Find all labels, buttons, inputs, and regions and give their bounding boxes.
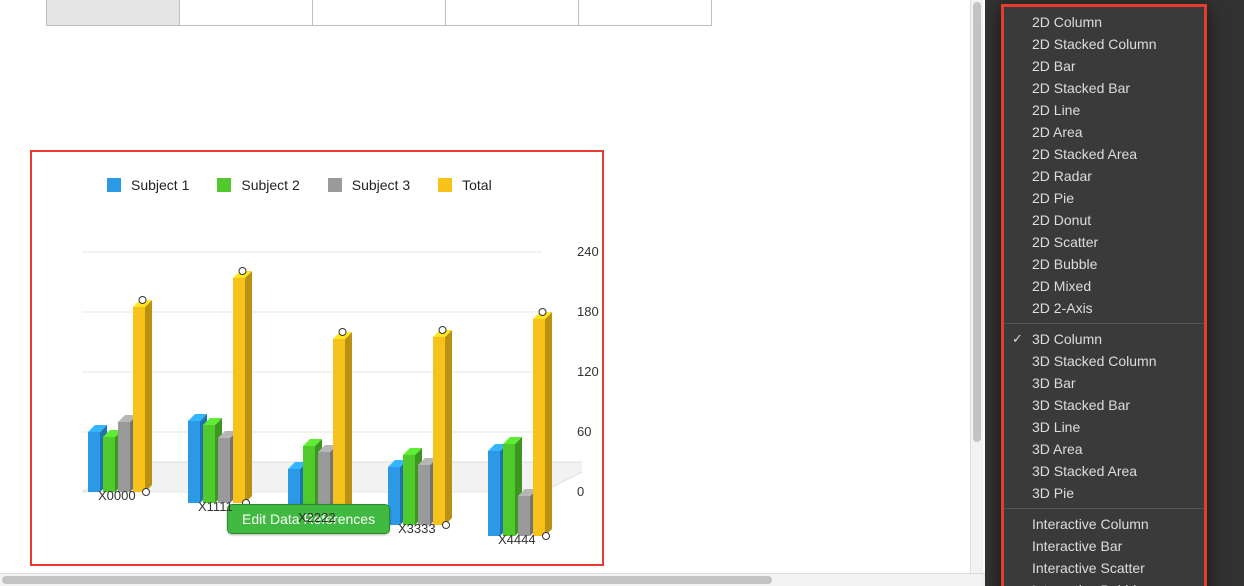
legend-swatch-icon xyxy=(438,178,452,192)
legend-swatch-icon xyxy=(107,178,121,192)
chart-type-option[interactable]: 3D Stacked Bar xyxy=(1004,394,1204,416)
canvas-area[interactable]: X4444 85 92 40 217 Subject 1 Subject 2 S… xyxy=(0,0,985,586)
legend-swatch-icon xyxy=(328,178,342,192)
chart-type-option[interactable]: Interactive Column xyxy=(1004,513,1204,535)
chart-type-option[interactable]: Interactive Bubble xyxy=(1004,579,1204,586)
chart-type-option[interactable]: 3D Bar xyxy=(1004,372,1204,394)
chart-type-option[interactable]: 3D Stacked Column xyxy=(1004,350,1204,372)
chart-type-option[interactable]: 2D Scatter xyxy=(1004,231,1204,253)
chart-type-option[interactable]: 2D Stacked Column xyxy=(1004,33,1204,55)
chart-type-option[interactable]: 2D Stacked Area xyxy=(1004,143,1204,165)
chart-type-option[interactable]: 2D 2-Axis xyxy=(1004,297,1204,319)
chart-type-option[interactable]: Interactive Scatter xyxy=(1004,557,1204,579)
chart-type-option[interactable]: 3D Stacked Area xyxy=(1004,460,1204,482)
chart-type-menu[interactable]: 2D Column2D Stacked Column2D Bar2D Stack… xyxy=(1001,4,1207,586)
chart-type-option[interactable]: 2D Bar xyxy=(1004,55,1204,77)
chart-type-option[interactable]: 2D Pie xyxy=(1004,187,1204,209)
scrollbar-thumb[interactable] xyxy=(973,2,981,442)
legend-swatch-icon xyxy=(217,178,231,192)
chart-type-option[interactable]: 2D Line xyxy=(1004,99,1204,121)
vertical-scrollbar[interactable] xyxy=(970,0,983,574)
chart-type-option[interactable]: 2D Mixed xyxy=(1004,275,1204,297)
horizontal-scrollbar[interactable] xyxy=(0,573,985,586)
legend-item: Subject 1 xyxy=(107,177,189,193)
legend-item: Subject 3 xyxy=(328,177,410,193)
scrollbar-thumb[interactable] xyxy=(2,576,772,584)
chart-type-option[interactable]: 3D Column xyxy=(1004,328,1204,350)
chart-legend: Subject 1 Subject 2 Subject 3 Total xyxy=(107,177,492,193)
chart-type-option[interactable]: Interactive Bar xyxy=(1004,535,1204,557)
chart-type-option[interactable]: 2D Column xyxy=(1004,11,1204,33)
chart-type-option[interactable]: 2D Bubble xyxy=(1004,253,1204,275)
chart-type-option[interactable]: 2D Area xyxy=(1004,121,1204,143)
chart-object[interactable]: Subject 1 Subject 2 Subject 3 Total Edit… xyxy=(30,150,604,566)
legend-item: Subject 2 xyxy=(217,177,299,193)
chart-type-option[interactable]: 3D Area xyxy=(1004,438,1204,460)
format-sidebar: 2D Column2D Stacked Column2D Bar2D Stack… xyxy=(985,0,1244,586)
table-row xyxy=(47,0,712,26)
legend-item: Total xyxy=(438,177,492,193)
data-table[interactable]: X4444 85 92 40 217 xyxy=(46,0,712,26)
chart-type-option[interactable]: 2D Radar xyxy=(1004,165,1204,187)
chart-type-option[interactable]: 3D Pie xyxy=(1004,482,1204,504)
chart-type-option[interactable]: 2D Stacked Bar xyxy=(1004,77,1204,99)
chart-type-option[interactable]: 3D Line xyxy=(1004,416,1204,438)
chart-type-option[interactable]: 2D Donut xyxy=(1004,209,1204,231)
